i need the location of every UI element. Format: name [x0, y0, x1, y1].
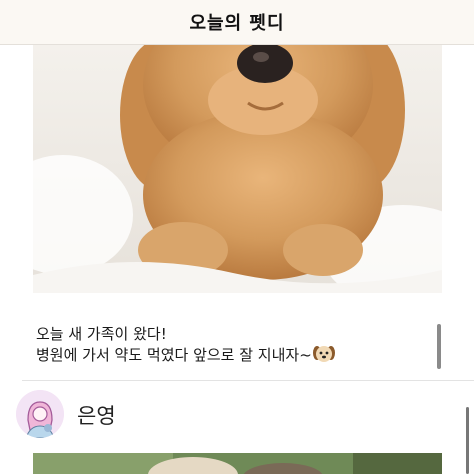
- caption-line: 오늘 새 가족이 왔다!: [36, 325, 167, 343]
- post-caption: 오늘 새 가족이 왔다! 병원에 가서 약도 먹였다 앞으로 잘 지내자~: [36, 325, 426, 369]
- app-header: 오늘의 펫디: [0, 0, 474, 45]
- next-post-photo[interactable]: [33, 453, 442, 474]
- username[interactable]: 은영: [77, 400, 116, 430]
- feed[interactable]: 오늘 새 가족이 왔다! 병원에 가서 약도 먹였다 앞으로 잘 지내자~ 은영: [0, 45, 474, 474]
- post-divider: [22, 380, 474, 381]
- dog-photo-image: [33, 453, 442, 474]
- caption-line-text: 병원에 가서 약도 먹였다 앞으로 잘 지내자~: [36, 346, 312, 364]
- next-post-header: 은영: [0, 390, 474, 440]
- feed-scrollbar[interactable]: [466, 407, 469, 474]
- puppy-photo-image: [33, 45, 442, 293]
- post-photo[interactable]: [33, 45, 442, 293]
- dog-face-icon: [312, 344, 335, 369]
- app-title: 오늘의 펫디: [189, 13, 285, 34]
- user-avatar-icon[interactable]: [16, 390, 64, 438]
- caption-scrollbar[interactable]: [437, 324, 441, 369]
- caption-line-with-emoji: 병원에 가서 약도 먹였다 앞으로 잘 지내자~: [36, 344, 426, 369]
